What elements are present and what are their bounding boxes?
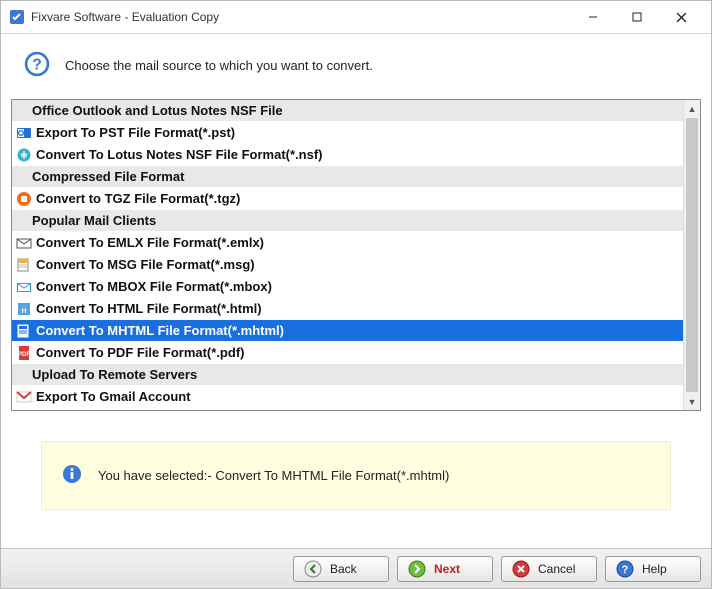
conversion-list-container: Office Outlook and Lotus Notes NSF File E… — [11, 99, 701, 411]
close-button[interactable] — [659, 2, 703, 32]
row-label: Convert To HTML File Format(*.html) — [36, 301, 262, 316]
emlx-icon — [16, 235, 32, 251]
back-button[interactable]: Back — [293, 556, 389, 582]
list-item[interactable]: Convert to TGZ File Format(*.tgz) — [12, 188, 683, 210]
selection-info: You have selected:- Convert To MHTML Fil… — [41, 441, 671, 510]
svg-text:PDF: PDF — [18, 352, 30, 358]
svg-text:?: ? — [32, 56, 42, 73]
list-section-header: Popular Mail Clients — [12, 210, 683, 232]
list-section-header: Compressed File Format — [12, 166, 683, 188]
row-label: Export To PST File Format(*.pst) — [36, 125, 235, 140]
row-label: Convert To MSG File Format(*.msg) — [36, 257, 255, 272]
conversion-list: Office Outlook and Lotus Notes NSF File E… — [12, 100, 683, 410]
tgz-icon — [16, 191, 32, 207]
html-icon: H — [16, 301, 32, 317]
mbox-icon — [16, 279, 32, 295]
outlook-icon — [16, 125, 32, 141]
list-item[interactable]: Convert To EMLX File Format(*.emlx) — [12, 232, 683, 254]
svg-text:H: H — [21, 308, 26, 315]
row-label: Popular Mail Clients — [32, 213, 156, 228]
scroll-down-icon[interactable]: ▼ — [684, 393, 700, 410]
back-label: Back — [330, 562, 378, 576]
row-label: Convert To MBOX File Format(*.mbox) — [36, 279, 272, 294]
row-label: Office Outlook and Lotus Notes NSF File — [32, 103, 283, 118]
list-item[interactable]: H Convert To HTML File Format(*.html) — [12, 298, 683, 320]
next-label: Next — [434, 562, 482, 576]
minimize-button[interactable] — [571, 2, 615, 32]
list-item[interactable]: Convert To Lotus Notes NSF File Format(*… — [12, 144, 683, 166]
list-section-header: Upload To Remote Servers — [12, 364, 683, 386]
row-label: Convert To EMLX File Format(*.emlx) — [36, 235, 264, 250]
cancel-button[interactable]: Cancel — [501, 556, 597, 582]
scroll-up-icon[interactable]: ▲ — [684, 100, 700, 117]
list-item[interactable]: PDF Convert To PDF File Format(*.pdf) — [12, 342, 683, 364]
footer: Back Next Cancel ? Help — [1, 548, 711, 588]
instruction-header: ? Choose the mail source to which you wa… — [1, 34, 711, 99]
mhtml-icon — [16, 323, 32, 339]
pdf-icon: PDF — [16, 345, 32, 361]
list-item[interactable]: Export To PST File Format(*.pst) — [12, 122, 683, 144]
next-arrow-icon — [408, 560, 426, 578]
list-item[interactable]: Convert To MSG File Format(*.msg) — [12, 254, 683, 276]
list-item[interactable]: Export To Gmail Account — [12, 386, 683, 408]
help-icon: ? — [616, 560, 634, 578]
help-label: Help — [642, 562, 690, 576]
titlebar: Fixvare Software - Evaluation Copy — [1, 1, 711, 33]
row-label: Convert To PDF File Format(*.pdf) — [36, 345, 244, 360]
list-section-header: Office Outlook and Lotus Notes NSF File — [12, 100, 683, 122]
question-icon: ? — [23, 50, 51, 81]
row-label: Convert To Lotus Notes NSF File Format(*… — [36, 147, 323, 162]
svg-text:?: ? — [622, 564, 629, 576]
list-item[interactable]: Convert To MHTML File Format(*.mhtml) — [12, 320, 683, 342]
row-label: Convert To MHTML File Format(*.mhtml) — [36, 323, 284, 338]
back-arrow-icon — [304, 560, 322, 578]
instruction-text: Choose the mail source to which you want… — [65, 58, 373, 73]
maximize-button[interactable] — [615, 2, 659, 32]
row-label: Compressed File Format — [32, 169, 184, 184]
info-icon — [62, 464, 82, 487]
scroll-thumb[interactable] — [686, 118, 698, 392]
row-label: Convert to TGZ File Format(*.tgz) — [36, 191, 240, 206]
nsf-icon — [16, 147, 32, 163]
msg-icon — [16, 257, 32, 273]
row-label: Upload To Remote Servers — [32, 367, 197, 382]
row-label: Export To Gmail Account — [36, 389, 191, 404]
app-icon — [9, 9, 25, 25]
selection-message: You have selected:- Convert To MHTML Fil… — [98, 468, 449, 483]
cancel-label: Cancel — [538, 562, 586, 576]
gmail-icon — [16, 389, 32, 405]
list-item[interactable]: Convert To MBOX File Format(*.mbox) — [12, 276, 683, 298]
window-title: Fixvare Software - Evaluation Copy — [31, 10, 571, 24]
scrollbar[interactable]: ▲ ▼ — [683, 100, 700, 410]
next-button[interactable]: Next — [397, 556, 493, 582]
help-button[interactable]: ? Help — [605, 556, 701, 582]
cancel-icon — [512, 560, 530, 578]
